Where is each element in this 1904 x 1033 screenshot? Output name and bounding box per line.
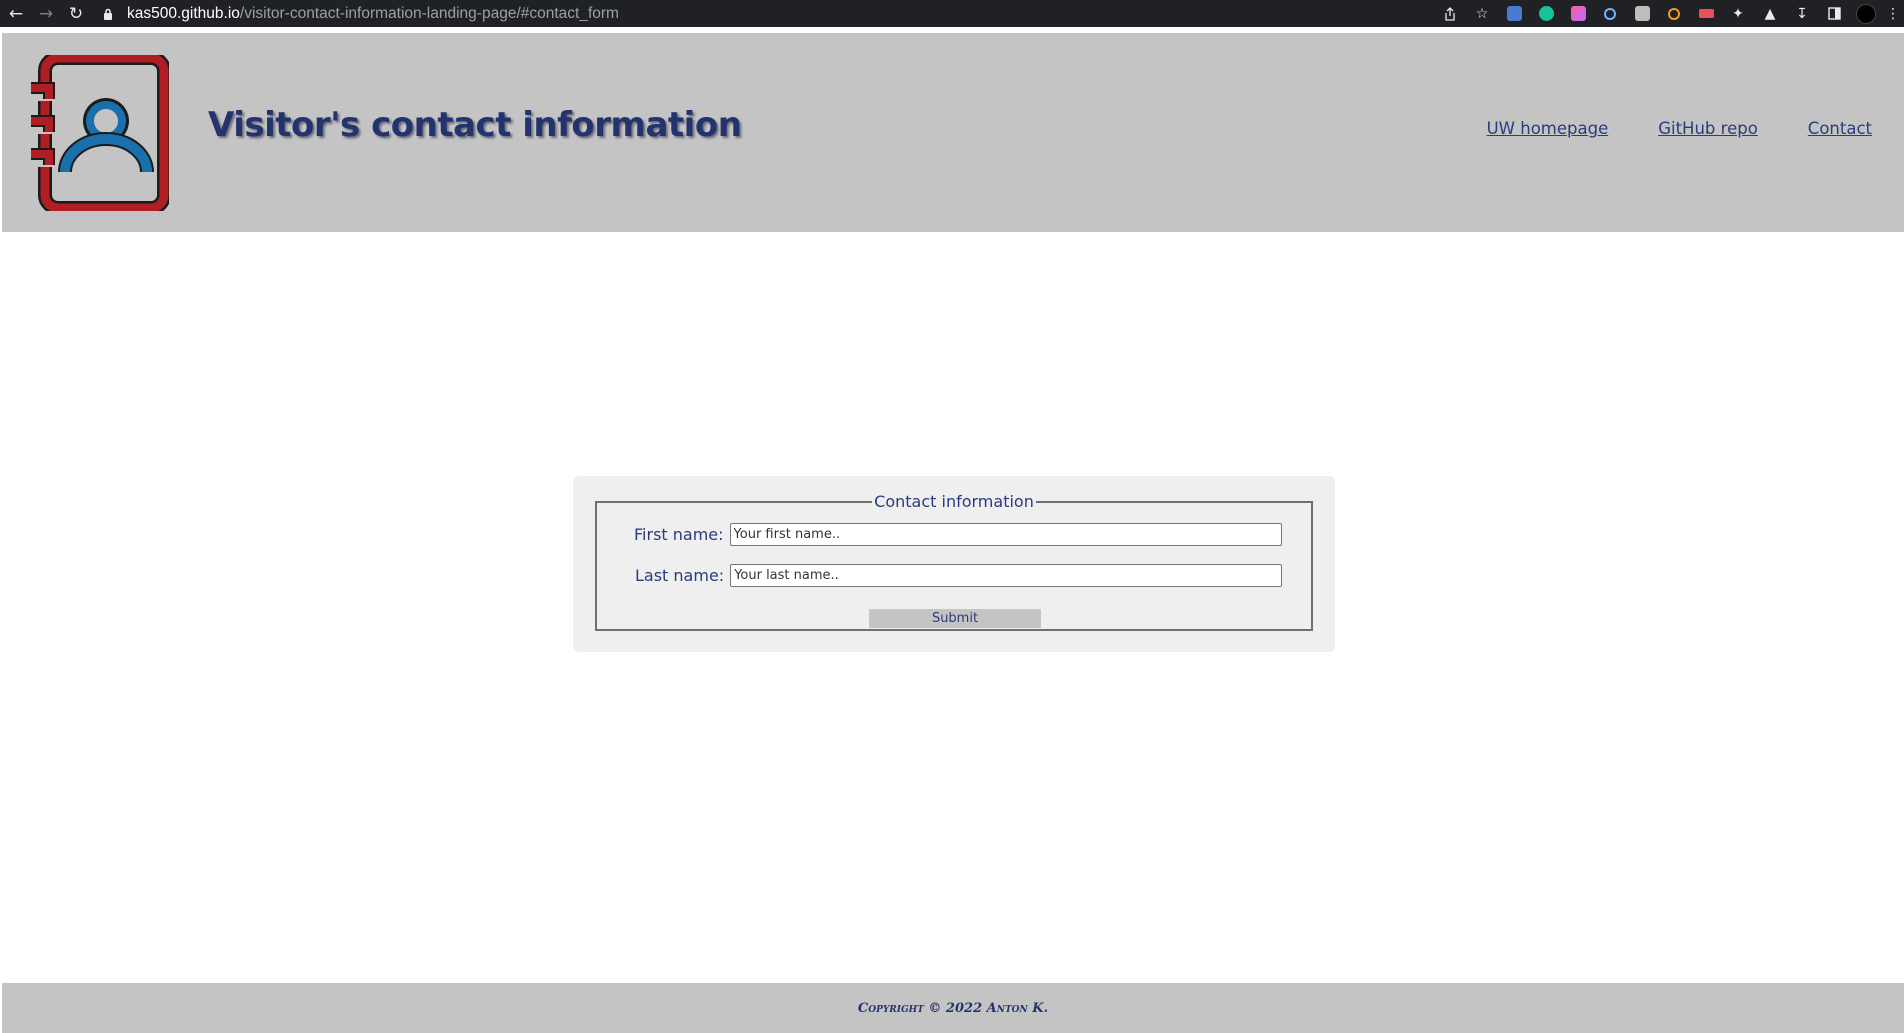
profile-avatar[interactable] [1850,0,1882,27]
extension-icon[interactable] [1498,0,1530,27]
extension-icon[interactable] [1626,0,1658,27]
first-name-row: First name: [634,523,1282,546]
extension-icon[interactable] [1690,0,1722,27]
last-name-label: Last name: [635,566,725,585]
top-nav: UW homepage GitHub repo Contact [1487,119,1872,138]
share-icon[interactable] [1434,0,1466,27]
site-header: Visitor's contact information UW homepag… [2,33,1904,232]
first-name-input[interactable] [729,523,1282,546]
last-name-input[interactable] [730,564,1283,587]
url-path: /visitor-contact-information-landing-pag… [239,4,619,22]
form-legend: Contact information [874,492,1034,511]
site-footer: Copyright © 2022 Anton K. [2,983,1904,1033]
first-name-label: First name: [634,525,724,544]
lock-icon [101,7,115,21]
last-name-row: Last name: [635,564,1283,587]
page-title: Visitor's contact information [208,105,742,145]
nav-link-uw-homepage[interactable]: UW homepage [1487,119,1609,138]
extension-icon[interactable] [1594,0,1626,27]
download-icon[interactable]: ↧ [1786,0,1818,27]
address-bar[interactable]: kas500.github.io/visitor-contact-informa… [101,0,619,27]
bookmark-star-icon[interactable]: ☆ [1466,0,1498,27]
extension-icon[interactable] [1658,0,1690,27]
grammarly-icon[interactable] [1530,0,1562,27]
back-arrow-icon[interactable]: ← [1,0,31,27]
contact-fieldset: Contact information First name: Last nam… [595,492,1313,631]
reload-icon[interactable]: ↻ [61,0,91,27]
nav-link-contact[interactable]: Contact [1808,119,1872,138]
flask-icon[interactable]: ▲ [1754,0,1786,27]
browser-toolbar: ← → ↻ kas500.github.io/visitor-contact-i… [0,0,1904,27]
nav-link-github-repo[interactable]: GitHub repo [1658,119,1758,138]
extension-icon[interactable] [1562,0,1594,27]
contact-form-card: Contact information First name: Last nam… [573,476,1335,652]
url-host: kas500.github.io [127,4,240,22]
forward-arrow-icon[interactable]: → [31,0,61,27]
puzzle-icon[interactable]: ✦ [1722,0,1754,27]
menu-kebab-icon[interactable]: ⋮ [1882,0,1904,27]
side-panel-icon[interactable] [1818,0,1850,27]
submit-button[interactable]: Submit [869,609,1041,628]
copyright-text: Copyright © 2022 Anton K. [857,1000,1049,1016]
contact-book-logo [31,55,169,211]
